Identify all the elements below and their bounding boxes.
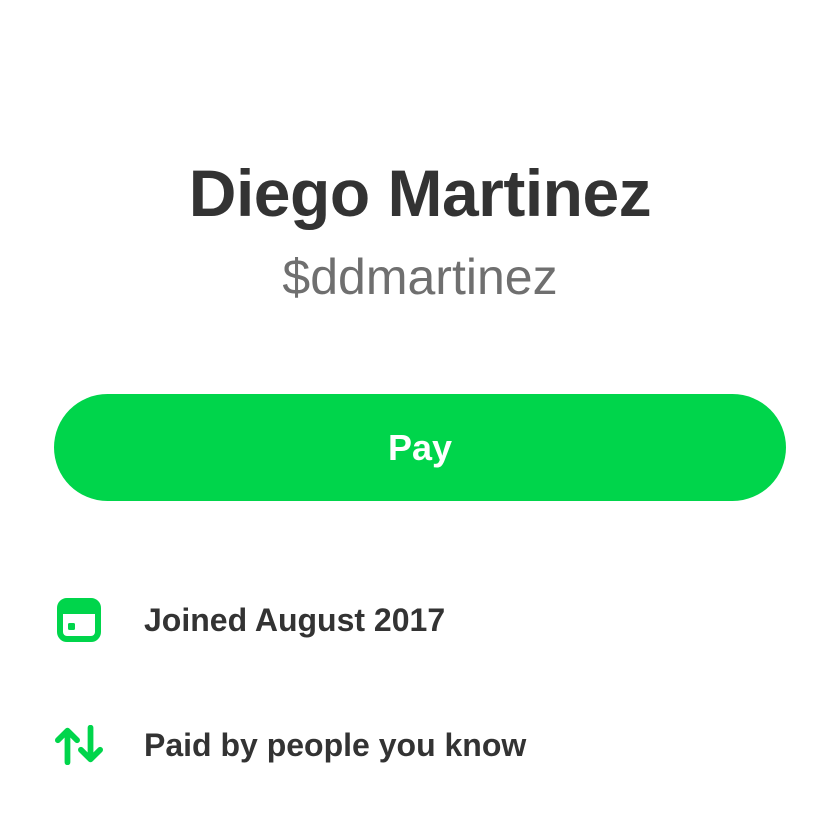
calendar-card-icon — [55, 596, 103, 644]
paid-by-people-row: Paid by people you know — [55, 721, 526, 769]
pay-button-label: Pay — [387, 426, 453, 468]
paid-by-people-text: Paid by people you know — [144, 726, 527, 763]
profile-name: Diego Martinez — [188, 156, 652, 230]
profile-handle: $ddmartinez — [282, 249, 558, 305]
pay-button[interactable]: Pay — [54, 394, 786, 501]
joined-date-text: Joined August 2017 — [144, 601, 446, 638]
joined-date-row: Joined August 2017 — [55, 596, 445, 644]
transfer-arrows-icon — [55, 721, 103, 769]
